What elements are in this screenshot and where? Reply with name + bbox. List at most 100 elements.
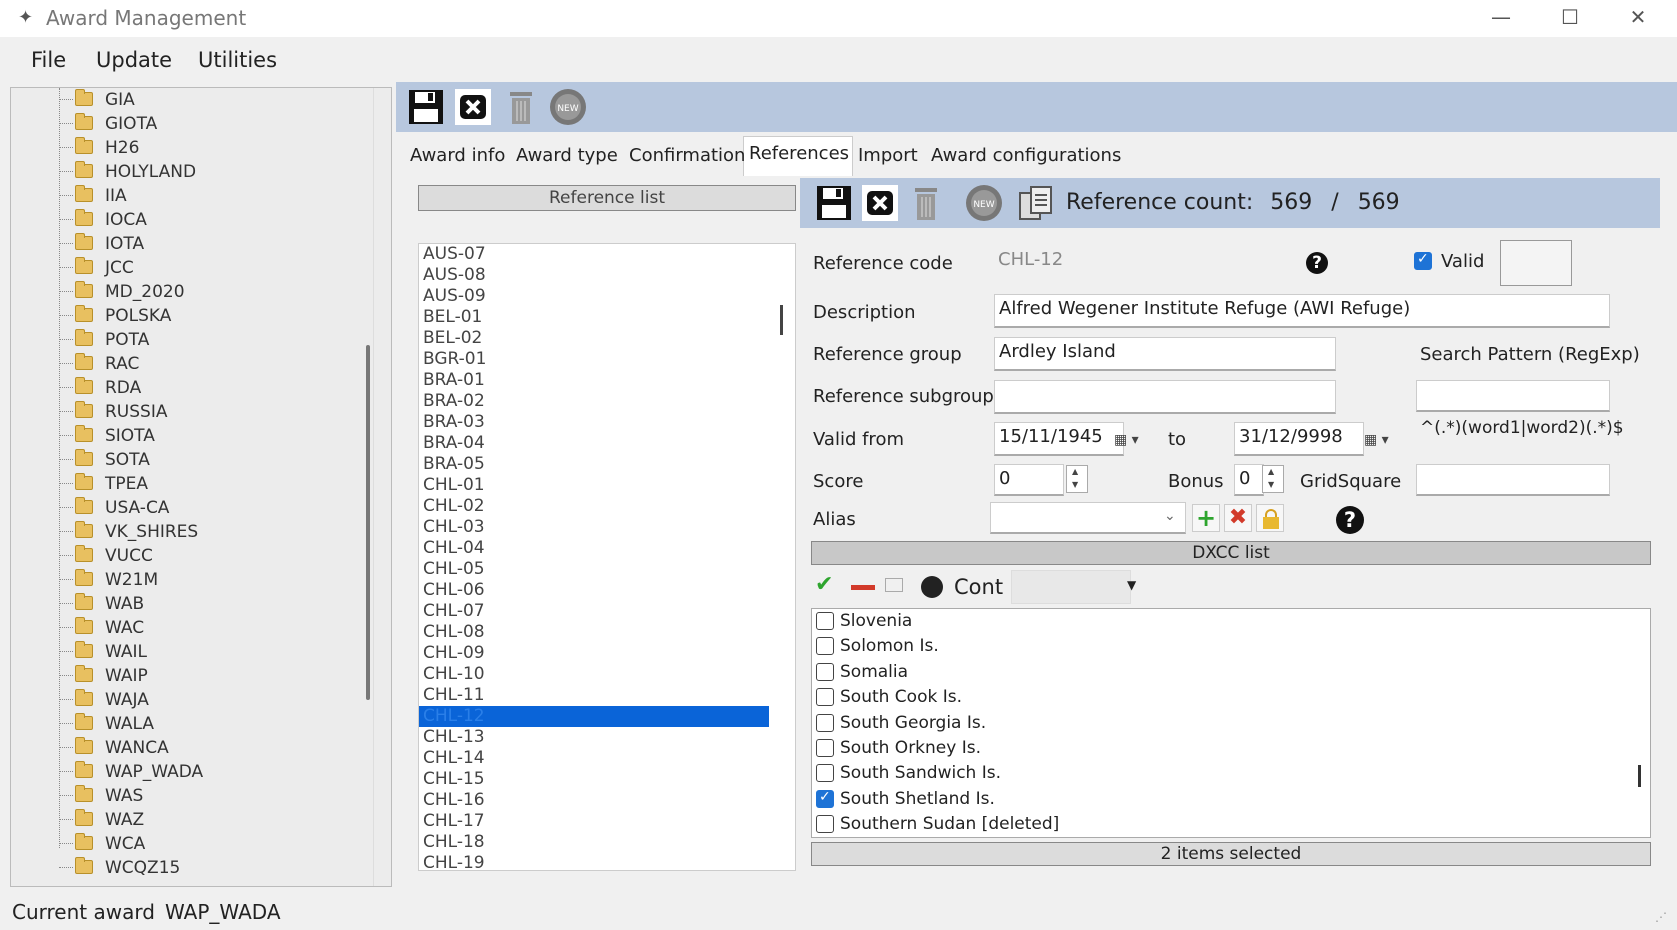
reference-list-item[interactable]: CHL-12 bbox=[419, 706, 769, 727]
valid-checkbox[interactable] bbox=[1414, 251, 1432, 270]
gridsquare-field[interactable] bbox=[1416, 464, 1610, 496]
valid-from-field[interactable]: 15/11/1945 bbox=[994, 422, 1124, 456]
reference-list-item[interactable]: CHL-09 bbox=[423, 643, 485, 664]
save-reference-icon[interactable] bbox=[814, 183, 854, 223]
reference-list-item[interactable]: CHL-06 bbox=[423, 580, 485, 601]
reference-list-item[interactable]: CHL-01 bbox=[423, 475, 485, 496]
reference-list-item[interactable]: CHL-16 bbox=[423, 790, 485, 811]
reference-list-item[interactable]: CHL-15 bbox=[423, 769, 485, 790]
menu-file[interactable]: File bbox=[31, 48, 66, 72]
add-alias-icon[interactable]: + bbox=[1192, 504, 1220, 532]
copy-reference-icon[interactable] bbox=[1016, 183, 1056, 223]
dxcc-list-item[interactable]: South Sandwich Is. bbox=[812, 761, 1612, 785]
dxcc-list-item[interactable]: Solomon Is. bbox=[812, 634, 1612, 658]
cancel-reference-icon[interactable] bbox=[860, 183, 900, 223]
cancel-icon[interactable] bbox=[453, 87, 493, 127]
continent-filter-icon[interactable] bbox=[921, 576, 943, 598]
dxcc-list-item[interactable]: Somalia bbox=[812, 660, 1612, 684]
close-window-button[interactable]: ✕ bbox=[1603, 0, 1673, 37]
award-tree[interactable]: GIA GIOTA H26 HOLYLAND IIA IOCA IOTA JCC MD_2020… bbox=[10, 87, 392, 887]
tree-item[interactable]: POLSKA bbox=[11, 304, 351, 328]
dxcc-list-item[interactable]: South Georgia Is. bbox=[812, 711, 1612, 735]
dxcc-checkbox[interactable] bbox=[816, 739, 834, 757]
bonus-field[interactable]: 0 bbox=[1234, 464, 1264, 496]
tree-item[interactable]: WCA bbox=[11, 832, 351, 856]
delete-icon[interactable] bbox=[501, 87, 541, 127]
reference-list-item[interactable]: AUS-09 bbox=[423, 286, 486, 307]
color-swatch[interactable] bbox=[1500, 240, 1572, 286]
dxcc-list[interactable]: Slovenia Solomon Is. Somalia South Cook Is.… bbox=[811, 608, 1651, 838]
tab-award-configurations[interactable]: Award configurations bbox=[931, 145, 1121, 166]
dxcc-list-item[interactable]: South Shetland Is. bbox=[812, 787, 1612, 811]
tree-scrollbar-thumb[interactable] bbox=[366, 345, 370, 700]
tab-confirmation[interactable]: Confirmation bbox=[629, 145, 745, 166]
tree-item[interactable]: W21M bbox=[11, 568, 351, 592]
alias-help-icon[interactable]: ? bbox=[1336, 506, 1364, 534]
dxcc-checkbox[interactable] bbox=[816, 789, 834, 808]
reference-list-item[interactable]: AUS-08 bbox=[423, 265, 486, 286]
tree-item[interactable]: WAJA bbox=[11, 688, 351, 712]
lock-alias-icon[interactable] bbox=[1256, 504, 1284, 532]
tree-item[interactable]: WCQZ15 bbox=[11, 856, 351, 880]
reference-code-field[interactable]: CHL-12 bbox=[994, 246, 1274, 276]
continent-filter-dropdown[interactable] bbox=[1011, 570, 1131, 604]
dxcc-checkbox[interactable] bbox=[816, 764, 834, 783]
tab-import[interactable]: Import bbox=[858, 145, 918, 166]
new-reference-icon[interactable]: NEW bbox=[964, 183, 1004, 223]
tree-item[interactable]: JCC bbox=[11, 256, 351, 280]
tree-item[interactable]: MD_2020 bbox=[11, 280, 351, 304]
valid-to-field[interactable]: 31/12/9998 bbox=[1234, 422, 1364, 456]
remove-alias-icon[interactable]: ✖ bbox=[1224, 504, 1252, 532]
alias-dropdown-icon[interactable]: ⌄ bbox=[1164, 508, 1176, 524]
dxcc-list-item[interactable]: South Orkney Is. bbox=[812, 736, 1612, 760]
tree-item[interactable]: WAC bbox=[11, 616, 351, 640]
reference-list-item[interactable]: BRA-02 bbox=[423, 391, 485, 412]
reference-list-item[interactable]: BRA-05 bbox=[423, 454, 485, 475]
score-spinner[interactable] bbox=[1066, 465, 1088, 493]
continent-dropdown-arrow-icon[interactable]: ▼ bbox=[1127, 578, 1136, 592]
dxcc-checkbox[interactable] bbox=[816, 612, 834, 630]
tree-item[interactable]: VK_SHIRES bbox=[11, 520, 351, 544]
tree-item[interactable]: SIOTA bbox=[11, 424, 351, 448]
tree-item[interactable]: SOTA bbox=[11, 448, 351, 472]
menu-utilities[interactable]: Utilities bbox=[198, 48, 277, 72]
reference-list-item[interactable]: CHL-02 bbox=[423, 496, 485, 517]
delete-reference-icon[interactable] bbox=[906, 183, 946, 223]
tree-item[interactable]: HOLYLAND bbox=[11, 160, 351, 184]
tab-award-info[interactable]: Award info bbox=[410, 145, 505, 166]
reference-list-item[interactable]: CHL-18 bbox=[423, 832, 485, 853]
tree-item[interactable]: RUSSIA bbox=[11, 400, 351, 424]
tree-item[interactable]: WAP_WADA bbox=[11, 760, 351, 784]
reference-list-item[interactable]: CHL-07 bbox=[423, 601, 485, 622]
tree-item[interactable]: RDA bbox=[11, 376, 351, 400]
reference-list-item[interactable]: CHL-13 bbox=[423, 727, 485, 748]
bonus-spinner[interactable] bbox=[1262, 465, 1284, 493]
menu-update[interactable]: Update bbox=[96, 48, 172, 72]
tree-item[interactable]: VUCC bbox=[11, 544, 351, 568]
tree-item[interactable]: IOCA bbox=[11, 208, 351, 232]
reference-list-item[interactable]: CHL-17 bbox=[423, 811, 485, 832]
tree-scrollbar[interactable] bbox=[373, 88, 391, 886]
dxcc-list-item[interactable]: South Cook Is. bbox=[812, 685, 1612, 709]
uncheck-all-icon[interactable] bbox=[851, 585, 875, 590]
tab-award-type[interactable]: Award type bbox=[516, 145, 618, 166]
reference-group-field[interactable]: Ardley Island bbox=[994, 337, 1336, 371]
minimize-button[interactable]: — bbox=[1466, 0, 1536, 37]
reference-list-item[interactable]: BEL-01 bbox=[423, 307, 482, 328]
dxcc-list-item[interactable]: Slovenia bbox=[812, 609, 1612, 633]
code-help-icon[interactable]: ? bbox=[1306, 252, 1328, 274]
dxcc-checkbox[interactable] bbox=[816, 713, 834, 732]
tree-item[interactable]: H26 bbox=[11, 136, 351, 160]
tree-item[interactable]: POTA bbox=[11, 328, 351, 352]
tree-item[interactable]: GIA bbox=[11, 88, 351, 112]
tree-item[interactable]: USA-CA bbox=[11, 496, 351, 520]
resize-grip-icon[interactable]: ⋰ bbox=[1655, 910, 1667, 924]
dxcc-scrollbar-thumb[interactable] bbox=[1638, 765, 1641, 787]
reference-list-item[interactable]: BRA-01 bbox=[423, 370, 485, 391]
tree-item[interactable]: GIOTA bbox=[11, 112, 351, 136]
valid-from-calendar-icon[interactable]: ▦ ▾ bbox=[1114, 426, 1156, 454]
tree-item[interactable]: TPEA bbox=[11, 472, 351, 496]
new-icon[interactable]: NEW bbox=[548, 87, 588, 127]
tree-item[interactable]: WAS bbox=[11, 784, 351, 808]
reference-list-item[interactable]: CHL-08 bbox=[423, 622, 485, 643]
